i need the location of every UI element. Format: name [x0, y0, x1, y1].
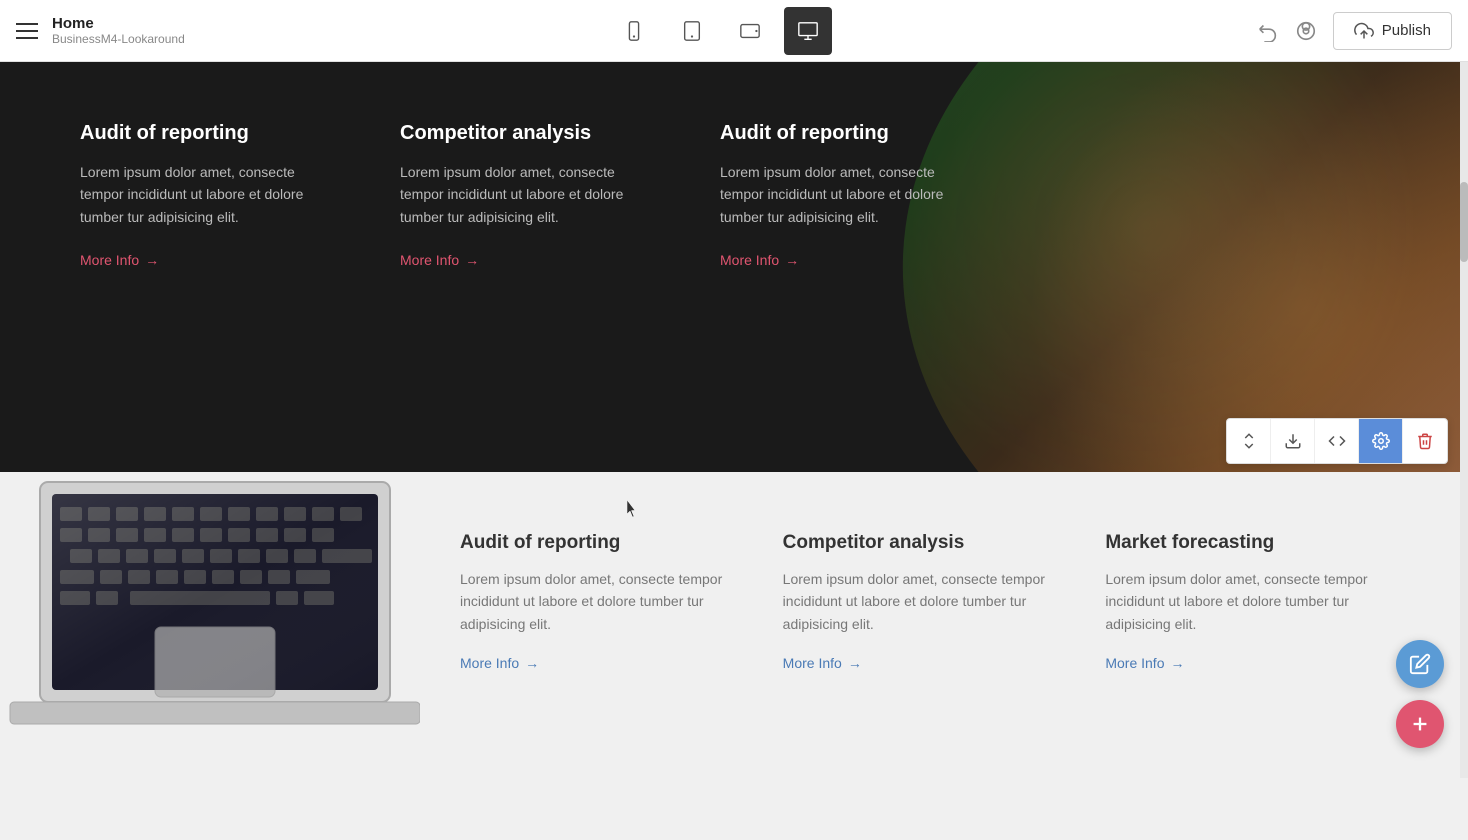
- download-button[interactable]: [1271, 419, 1315, 463]
- dark-card-2-body: Lorem ipsum dolor amet, consecte tempor …: [400, 161, 660, 228]
- light-card-3-link[interactable]: More Info →: [1105, 655, 1184, 671]
- dark-card-2: Competitor analysis Lorem ipsum dolor am…: [400, 122, 660, 270]
- dark-card-1-body: Lorem ipsum dolor amet, consecte tempor …: [80, 161, 340, 228]
- nav-right: Publish: [1257, 12, 1452, 50]
- scrollbar-thumb[interactable]: [1460, 182, 1468, 262]
- scrollbar[interactable]: [1460, 62, 1468, 778]
- tablet-view-button[interactable]: [668, 7, 716, 55]
- arrow-right-icon: →: [145, 252, 159, 268]
- delete-button[interactable]: [1403, 419, 1447, 463]
- settings-button[interactable]: [1359, 419, 1403, 463]
- arrow-right-icon: →: [525, 655, 539, 671]
- move-updown-button[interactable]: [1227, 419, 1271, 463]
- light-card-1-link[interactable]: More Info →: [460, 655, 539, 671]
- tablet-landscape-button[interactable]: [726, 7, 774, 55]
- light-card-3-body: Lorem ipsum dolor amet, consecte tempor …: [1105, 568, 1388, 635]
- page-title: Home: [52, 15, 185, 32]
- undo-button[interactable]: [1257, 20, 1279, 42]
- dark-card-3-title: Audit of reporting: [720, 122, 980, 145]
- dark-card-2-title: Competitor analysis: [400, 122, 660, 145]
- publish-label: Publish: [1382, 22, 1431, 39]
- light-card-1: Audit of reporting Lorem ipsum dolor ame…: [460, 532, 743, 728]
- light-card-3-title: Market forecasting: [1105, 532, 1388, 554]
- nav-left: Home BusinessM4-Lookaround: [16, 15, 185, 46]
- edit-fab-button[interactable]: [1396, 640, 1444, 688]
- dark-card-2-link[interactable]: More Info →: [400, 252, 479, 268]
- arrow-right-icon: →: [465, 252, 479, 268]
- light-card-2-body: Lorem ipsum dolor amet, consecte tempor …: [783, 568, 1066, 635]
- mobile-view-button[interactable]: [610, 7, 658, 55]
- nav-title: Home BusinessM4-Lookaround: [52, 15, 185, 46]
- laptop-image-area: [0, 472, 420, 728]
- arrow-right-icon: →: [1170, 655, 1184, 671]
- preview-button[interactable]: [1295, 20, 1317, 42]
- light-card-1-body: Lorem ipsum dolor amet, consecte tempor …: [460, 568, 743, 635]
- light-card-3: Market forecasting Lorem ipsum dolor ame…: [1105, 532, 1388, 728]
- light-card-2-title: Competitor analysis: [783, 532, 1066, 554]
- light-card-2-link[interactable]: More Info →: [783, 655, 862, 671]
- light-section-cards: Audit of reporting Lorem ipsum dolor ame…: [420, 522, 1388, 728]
- light-section: Audit of reporting Lorem ipsum dolor ame…: [0, 472, 1468, 778]
- desktop-view-button[interactable]: [784, 7, 832, 55]
- light-card-1-title: Audit of reporting: [460, 532, 743, 554]
- device-switcher: [610, 7, 832, 55]
- top-nav: Home BusinessM4-Lookaround: [0, 0, 1468, 62]
- arrow-right-icon: →: [848, 655, 862, 671]
- dark-card-1-link[interactable]: More Info →: [80, 252, 159, 268]
- light-card-2: Competitor analysis Lorem ipsum dolor am…: [783, 532, 1066, 728]
- dark-section-cards: Audit of reporting Lorem ipsum dolor ame…: [80, 122, 980, 270]
- page-subtitle: BusinessM4-Lookaround: [52, 32, 185, 46]
- fab-container: [1396, 640, 1444, 748]
- dark-card-3-body: Lorem ipsum dolor amet, consecte tempor …: [720, 161, 980, 228]
- dark-card-3-link[interactable]: More Info →: [720, 252, 799, 268]
- arrow-right-icon: →: [785, 252, 799, 268]
- publish-button[interactable]: Publish: [1333, 12, 1452, 50]
- laptop-illustration: [0, 472, 420, 728]
- dark-card-1-title: Audit of reporting: [80, 122, 340, 145]
- dark-card-1: Audit of reporting Lorem ipsum dolor ame…: [80, 122, 340, 270]
- hamburger-menu[interactable]: [16, 23, 38, 39]
- dark-section: Audit of reporting Lorem ipsum dolor ame…: [0, 62, 1468, 472]
- add-fab-button[interactable]: [1396, 700, 1444, 748]
- floating-toolbar: [1226, 418, 1448, 464]
- code-button[interactable]: [1315, 419, 1359, 463]
- dark-card-3: Audit of reporting Lorem ipsum dolor ame…: [720, 122, 980, 270]
